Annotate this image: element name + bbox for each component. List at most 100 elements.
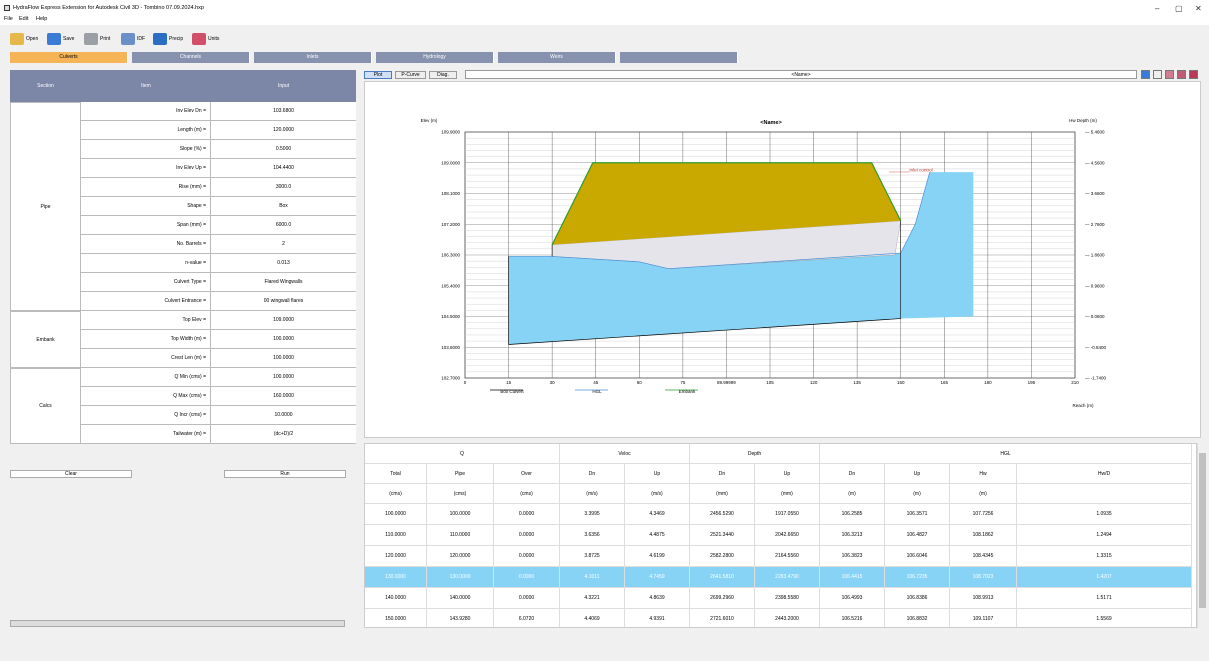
units-label: Units bbox=[208, 36, 220, 42]
x-tick-label: 120 bbox=[810, 380, 818, 385]
table-cell: 4.4875 bbox=[625, 525, 690, 546]
zoom-in-icon[interactable] bbox=[1165, 70, 1174, 79]
table-cell: 106.3823 bbox=[820, 546, 885, 567]
table-cell: 4.3221 bbox=[560, 588, 625, 609]
idf-curve-icon bbox=[121, 33, 135, 45]
group-header: Depth bbox=[690, 444, 820, 464]
name-field[interactable]: <Name> bbox=[465, 70, 1137, 79]
save-button[interactable]: Save bbox=[47, 32, 74, 46]
results-vertical-scrollbar[interactable] bbox=[1197, 443, 1206, 628]
tab-inlets[interactable]: Inlets bbox=[254, 52, 372, 63]
chart-title: <Name> bbox=[760, 120, 781, 126]
group-header: Veloc bbox=[560, 444, 690, 464]
close-button[interactable]: ✕ bbox=[1195, 4, 1202, 13]
table-cell: 1.5569 bbox=[1017, 609, 1192, 627]
input-value[interactable]: 104.4400 bbox=[211, 159, 356, 178]
table-cell: 2443.2000 bbox=[755, 609, 820, 627]
save-plot-icon[interactable] bbox=[1141, 70, 1150, 79]
print-plot-icon[interactable] bbox=[1153, 70, 1162, 79]
table-cell: 120.0000 bbox=[427, 546, 494, 567]
idf-button[interactable]: IDF bbox=[121, 32, 145, 46]
zoom-extents-icon[interactable] bbox=[1189, 70, 1198, 79]
tab-weirs[interactable]: Weirs bbox=[498, 52, 616, 63]
table-cell: 0.0000 bbox=[494, 525, 560, 546]
scrollbar-thumb[interactable] bbox=[1199, 453, 1206, 608]
table-cell: 106.6046 bbox=[885, 546, 950, 567]
column-header: Dn bbox=[820, 464, 885, 484]
table-cell: 1.0935 bbox=[1017, 504, 1192, 525]
p-curve-button[interactable]: P-Curve bbox=[395, 71, 426, 79]
unit-header bbox=[1017, 484, 1192, 504]
item-label: Q Max (cms) = bbox=[81, 387, 211, 406]
tab-culverts[interactable]: Culverts bbox=[10, 52, 128, 63]
input-value[interactable]: 6000.0 bbox=[211, 216, 356, 235]
column-header: Up bbox=[625, 464, 690, 484]
input-value[interactable]: Box bbox=[211, 197, 356, 216]
input-value[interactable]: 0.5000 bbox=[211, 140, 356, 159]
results-table: Q Veloc Depth HGL Total Pipe Over Dn Up Dn Up Dn Up H… bbox=[364, 443, 1197, 628]
input-value[interactable]: 100.0000 bbox=[211, 349, 356, 368]
input-value[interactable]: 10.0000 bbox=[211, 406, 356, 425]
input-value[interactable]: 109.0000 bbox=[211, 311, 356, 330]
column-header: Dn bbox=[690, 464, 755, 484]
table-cell: 106.3213 bbox=[820, 525, 885, 546]
x-tick-label: 135 bbox=[853, 380, 861, 385]
tab-channels[interactable]: Channels bbox=[132, 52, 250, 63]
input-value[interactable]: Flared Wingwalls bbox=[211, 273, 356, 292]
input-value[interactable]: 2 bbox=[211, 235, 356, 254]
input-value[interactable]: (dc+D)/2 bbox=[211, 425, 356, 444]
open-button[interactable]: Open bbox=[10, 32, 38, 46]
column-header: Over bbox=[494, 464, 560, 484]
table-cell: 2456.5290 bbox=[690, 504, 755, 525]
input-value[interactable]: 120.0000 bbox=[211, 121, 356, 140]
y-tick-label-left: 109.0000 bbox=[441, 160, 460, 165]
print-button[interactable]: Print bbox=[84, 32, 110, 46]
table-cell: 106.4827 bbox=[885, 525, 950, 546]
units-button[interactable]: Units bbox=[192, 32, 219, 46]
legend-label: HGL bbox=[592, 389, 602, 394]
input-value[interactable]: 0.013 bbox=[211, 254, 356, 273]
diag-button[interactable]: Diag. bbox=[429, 71, 457, 79]
legend-label: Embank bbox=[679, 389, 696, 394]
unit-header: (mm) bbox=[755, 484, 820, 504]
menu-edit[interactable]: Edit bbox=[19, 16, 28, 22]
open-label: Open bbox=[26, 36, 39, 42]
table-cell: 1.3315 bbox=[1017, 546, 1192, 567]
minimize-button[interactable]: – bbox=[1155, 4, 1159, 13]
table-cell: 6.0720 bbox=[494, 609, 560, 627]
unit-header: (m) bbox=[885, 484, 950, 504]
clear-button[interactable]: Clear bbox=[10, 470, 132, 478]
menu-bar: File Edit Help bbox=[0, 15, 1209, 25]
unit-header: (m/s) bbox=[625, 484, 690, 504]
rain-cloud-icon bbox=[153, 33, 167, 45]
input-value[interactable]: 100.0000 bbox=[211, 330, 356, 349]
maximize-button[interactable]: ▢ bbox=[1175, 4, 1183, 13]
menu-help[interactable]: Help bbox=[36, 16, 47, 22]
printer-icon bbox=[84, 33, 98, 45]
input-value[interactable]: 00 wingwall flares bbox=[211, 292, 356, 311]
x-tick-label: 89.99999 bbox=[717, 380, 736, 385]
tab-hydrology[interactable]: Hydrology bbox=[376, 52, 494, 63]
zoom-out-icon[interactable] bbox=[1177, 70, 1186, 79]
menu-file[interactable]: File bbox=[4, 16, 13, 22]
x-tick-label: 195 bbox=[1028, 380, 1036, 385]
run-button[interactable]: Run bbox=[224, 470, 346, 478]
precip-button[interactable]: Precip bbox=[153, 32, 183, 46]
horizontal-scrollbar[interactable] bbox=[10, 620, 345, 627]
plot-tab-button[interactable]: Plot bbox=[364, 71, 392, 79]
section-cell: Pipe bbox=[10, 102, 81, 311]
table-cell: 140.0000 bbox=[427, 588, 494, 609]
input-value[interactable]: 3000.0 bbox=[211, 178, 356, 197]
unit-header: (cms) bbox=[427, 484, 494, 504]
unit-header: (m) bbox=[820, 484, 885, 504]
table-cell: 107.7256 bbox=[950, 504, 1017, 525]
input-value[interactable]: 100.0000 bbox=[211, 368, 356, 387]
table-cell: 2699.2960 bbox=[690, 588, 755, 609]
input-value[interactable]: 103.6800 bbox=[211, 102, 356, 121]
precip-label: Precip bbox=[169, 36, 184, 42]
item-label: Tailwater (m) = bbox=[81, 425, 211, 444]
input-value[interactable]: 160.0000 bbox=[211, 387, 356, 406]
table-cell: 108.4345 bbox=[950, 546, 1017, 567]
table-cell: 130.0000 bbox=[427, 567, 494, 588]
table-cell: 0.0000 bbox=[494, 546, 560, 567]
